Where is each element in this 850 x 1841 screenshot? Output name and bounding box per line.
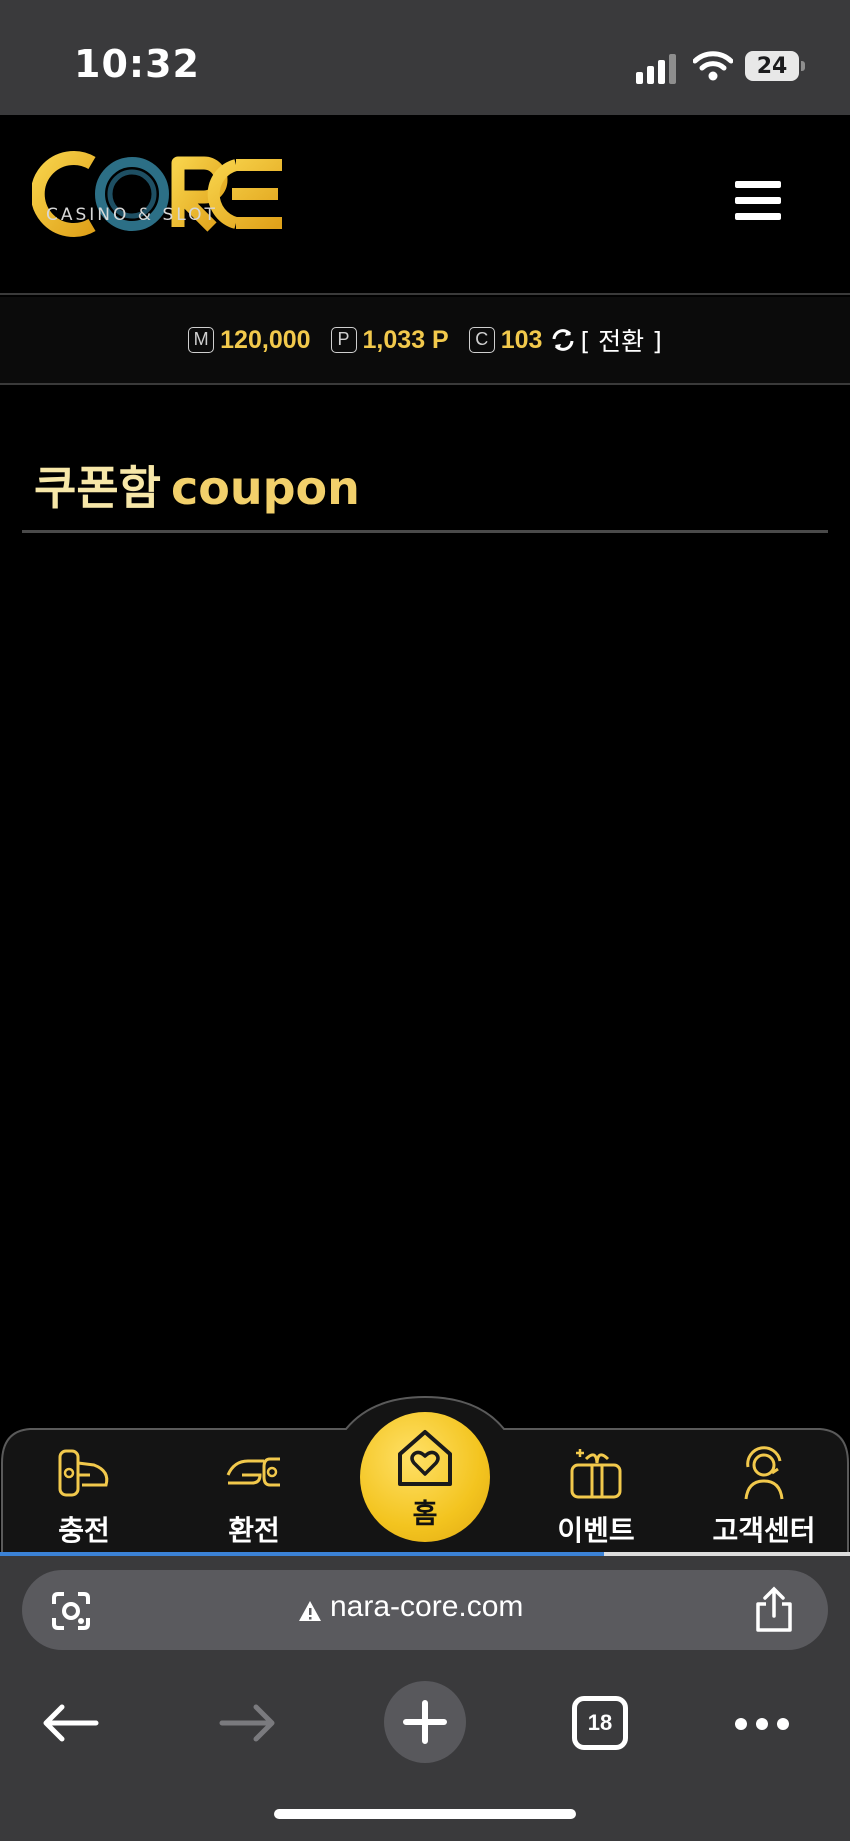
page-title-korean: 쿠폰함 bbox=[34, 461, 161, 515]
hamburger-menu-icon[interactable] bbox=[735, 181, 783, 221]
browser-chrome: nara-core.com 18 bbox=[0, 1556, 850, 1841]
nav-item-event[interactable]: 이벤트 bbox=[526, 1445, 666, 1549]
convert-button[interactable]: [ 전환 ] bbox=[580, 322, 661, 358]
plus-icon bbox=[403, 1700, 447, 1744]
nav-label-deposit: 충전 bbox=[58, 1514, 110, 1547]
withdraw-hand-icon bbox=[226, 1457, 280, 1487]
money-badge-icon: M bbox=[188, 327, 215, 353]
balance-bar: M 120,000 P 1,033 P C 103 [ 전환 ] bbox=[0, 297, 850, 385]
nav-label-home: 홈 bbox=[412, 1499, 438, 1530]
site-header: CASINO & SLOT bbox=[0, 115, 850, 295]
back-arrow-icon[interactable] bbox=[40, 1703, 100, 1743]
new-tab-button[interactable] bbox=[384, 1681, 466, 1763]
nav-label-support: 고객센터 bbox=[712, 1514, 816, 1547]
refresh-icon[interactable] bbox=[550, 327, 576, 353]
home-heart-icon bbox=[398, 1430, 452, 1486]
page-title-english: coupon bbox=[170, 461, 360, 515]
point-badge-icon: P bbox=[330, 327, 357, 353]
forward-arrow-icon[interactable] bbox=[218, 1703, 278, 1743]
wifi-icon bbox=[693, 51, 733, 81]
nav-item-deposit[interactable]: 충전 bbox=[14, 1445, 154, 1549]
status-time: 10:32 bbox=[74, 42, 200, 86]
status-bar: 10:32 24 bbox=[0, 0, 850, 115]
share-icon[interactable] bbox=[752, 1586, 796, 1634]
tab-switcher-button[interactable]: 18 bbox=[572, 1696, 628, 1750]
url-bar[interactable]: nara-core.com bbox=[22, 1570, 828, 1650]
home-indicator bbox=[274, 1809, 576, 1819]
cellular-signal-icon bbox=[636, 54, 676, 84]
url-text[interactable]: nara-core.com bbox=[330, 1590, 523, 1624]
coupon-badge-icon: C bbox=[468, 327, 495, 353]
warning-icon bbox=[299, 1601, 321, 1621]
money-value: 120,000 bbox=[220, 325, 311, 354]
nav-item-home[interactable]: 홈 bbox=[360, 1412, 490, 1542]
nav-item-withdraw[interactable]: 환전 bbox=[184, 1445, 324, 1549]
support-agent-icon bbox=[744, 1446, 784, 1500]
nav-label-withdraw: 환전 bbox=[228, 1514, 280, 1547]
page-title: 쿠폰함 coupon bbox=[34, 452, 360, 518]
point-value: 1,033 P bbox=[362, 325, 449, 354]
logo-subtitle: CASINO & SLOT bbox=[46, 205, 218, 225]
nav-label-event: 이벤트 bbox=[557, 1514, 635, 1547]
coupon-value: 103 bbox=[500, 325, 543, 354]
browser-toolbar: 18 bbox=[0, 1671, 850, 1771]
gift-box-icon bbox=[570, 1449, 622, 1499]
point-balance: P 1,033 P bbox=[330, 325, 449, 355]
money-balance: M 120,000 bbox=[188, 325, 311, 355]
battery-level: 24 bbox=[756, 54, 788, 79]
title-divider bbox=[22, 530, 828, 533]
coupon-balance: C 103 bbox=[468, 325, 543, 355]
deposit-hand-icon bbox=[58, 1449, 109, 1497]
battery-icon: 24 bbox=[745, 51, 805, 81]
google-lens-icon[interactable] bbox=[50, 1590, 92, 1632]
nav-item-support[interactable]: 고객센터 bbox=[694, 1445, 834, 1549]
more-options-icon[interactable] bbox=[734, 1717, 790, 1731]
